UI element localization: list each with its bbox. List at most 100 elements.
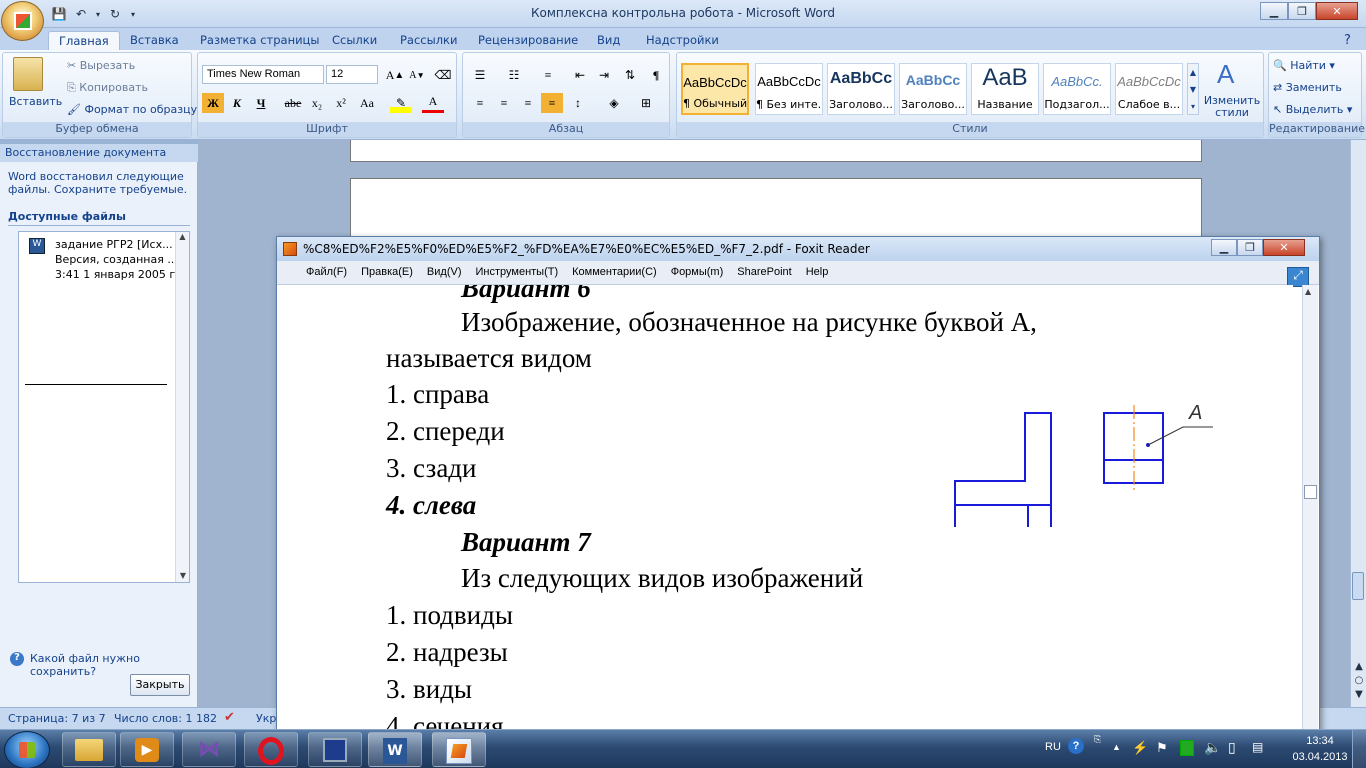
tray-icon[interactable]: ⎘ — [1094, 734, 1101, 745]
change-case-button[interactable]: Aa — [356, 93, 378, 113]
help-tray-icon[interactable]: ? — [1068, 738, 1084, 754]
line-spacing-icon[interactable]: ↕ — [567, 93, 589, 113]
proofing-icon[interactable]: ✔ — [224, 710, 235, 725]
font-name-input[interactable]: Times New Roman — [202, 65, 324, 84]
clock-time[interactable]: 13:34 — [1298, 735, 1342, 747]
taskbar-opera[interactable] — [244, 732, 298, 767]
menu-comments[interactable]: Комментарии(C) — [565, 261, 664, 284]
multilevel-list-icon[interactable]: ≡ — [537, 65, 559, 85]
copy-button[interactable]: ⎘ Копировать — [67, 81, 148, 95]
list-scrollbar[interactable]: ▲ ▼ — [175, 232, 189, 582]
strikethrough-button[interactable]: abe — [282, 93, 304, 113]
help-icon[interactable]: ? — [1344, 31, 1351, 50]
tab-review[interactable]: Рецензирование — [478, 31, 578, 50]
sort-icon[interactable]: ⇅ — [619, 65, 641, 85]
taskbar-visual-studio[interactable]: ⋈ — [182, 732, 236, 767]
change-styles-button[interactable]: Изменить стили — [1203, 95, 1261, 119]
borders-icon[interactable]: ⊞ — [635, 93, 657, 113]
shading-icon[interactable]: ◈ — [603, 93, 625, 113]
page-count[interactable]: Страница: 7 из 7 — [8, 712, 106, 725]
tab-view[interactable]: Вид — [597, 31, 620, 50]
minimize-icon[interactable]: ▁ — [1260, 2, 1288, 20]
paste-icon[interactable] — [13, 57, 43, 91]
style-title[interactable]: AaB Название — [971, 63, 1039, 115]
style-normal[interactable]: AaBbCcDc ¶ Обычный — [681, 63, 749, 115]
increase-indent-icon[interactable]: ⇥ — [593, 65, 615, 85]
recovered-file-item[interactable]: задание РГР2 [Исх... Версия, созданная .… — [55, 237, 179, 282]
word-count[interactable]: Число слов: 1 182 — [114, 712, 217, 725]
paste-button[interactable]: Вставить — [9, 95, 62, 108]
menu-sharepoint[interactable]: SharePoint — [730, 261, 798, 284]
italic-button[interactable]: К — [226, 93, 248, 113]
show-hidden-icons[interactable]: ▲ — [1112, 742, 1121, 752]
clear-format-icon[interactable]: ⌫ — [432, 65, 454, 85]
bold-button[interactable]: Ж — [202, 93, 224, 113]
pdf-scroll-thumb[interactable] — [1304, 485, 1317, 499]
tab-references[interactable]: Ссылки — [332, 31, 377, 50]
pdf-page[interactable]: Вариант 6 Изображение, обозначенное на р… — [283, 285, 1293, 737]
scroll-up-icon[interactable]: ▲ — [1305, 287, 1311, 296]
highlight-icon[interactable]: ✎ — [390, 93, 412, 113]
close-icon[interactable]: ✕ — [1316, 2, 1358, 20]
style-heading-2[interactable]: AaBbCc Заголово... — [899, 63, 967, 115]
close-icon[interactable]: ✕ — [1263, 239, 1305, 256]
menu-tools[interactable]: Инструменты(T) — [469, 261, 566, 284]
change-styles-icon[interactable]: A — [1217, 59, 1234, 90]
align-left-icon[interactable]: ≡ — [469, 93, 491, 113]
format-painter-button[interactable]: 🖌 Формат по образцу — [67, 103, 197, 116]
menu-help[interactable]: Help — [799, 261, 836, 284]
grow-font-icon[interactable]: A ▲ — [384, 65, 406, 85]
volume-icon[interactable]: 🔈 — [1204, 739, 1221, 756]
superscript-button[interactable]: x² — [330, 93, 352, 113]
font-size-input[interactable]: 12 — [326, 65, 378, 84]
maximize-icon[interactable]: ❐ — [1237, 239, 1263, 256]
subscript-button[interactable]: x₂ — [306, 93, 328, 113]
keyboard-language[interactable]: RU — [1045, 741, 1061, 753]
style-no-spacing[interactable]: AaBbCcDc ¶ Без инте... — [755, 63, 823, 115]
taskbar-explorer[interactable] — [62, 732, 116, 767]
network-icon[interactable]: ⚡ — [1132, 740, 1148, 756]
start-button[interactable] — [4, 731, 50, 768]
taskbar-word[interactable]: W — [368, 732, 422, 767]
tab-page-layout[interactable]: Разметка страницы — [200, 31, 319, 50]
action-center-icon[interactable]: ⚑ — [1156, 740, 1168, 756]
maximize-icon[interactable]: ❐ — [1288, 2, 1316, 20]
numbering-icon[interactable]: ☷ — [503, 65, 525, 85]
taskbar-foxit[interactable] — [432, 732, 486, 767]
justify-icon[interactable]: ≡ — [541, 93, 563, 113]
show-desktop-button[interactable] — [1352, 730, 1366, 768]
tab-home[interactable]: Главная — [48, 31, 120, 50]
select-button[interactable]: ↖ Выделить ▾ — [1273, 103, 1352, 116]
pdf-scrollbar[interactable]: ▲ — [1302, 285, 1318, 737]
signal-icon[interactable] — [1180, 740, 1194, 756]
styles-scroll[interactable]: ▲ ▼ ▾ — [1187, 63, 1199, 115]
find-button[interactable]: 🔍 Найти ▾ — [1273, 59, 1335, 72]
clock-date[interactable]: 03.04.2013 — [1292, 751, 1348, 763]
close-button[interactable]: Закрыть — [130, 674, 190, 696]
style-subtle-emphasis[interactable]: AaBbCcDc Слабое в... — [1115, 63, 1183, 115]
replace-button[interactable]: ⇄ Заменить — [1273, 81, 1342, 94]
decrease-indent-icon[interactable]: ⇤ — [569, 65, 591, 85]
language-status[interactable]: Укр — [256, 712, 276, 725]
battery-icon[interactable]: ▯ — [1228, 739, 1236, 756]
minimize-icon[interactable]: ▁ — [1211, 239, 1237, 256]
font-color-icon[interactable]: A — [422, 93, 444, 113]
fullscreen-icon[interactable]: ⤢ — [1287, 267, 1309, 287]
cut-button[interactable]: ✂ Вырезать — [67, 59, 135, 72]
show-marks-icon[interactable]: ¶ — [645, 65, 667, 85]
style-heading-1[interactable]: AaBbCc Заголово... — [827, 63, 895, 115]
office-button[interactable] — [1, 1, 44, 41]
taskbar-save[interactable] — [308, 732, 362, 767]
bullets-icon[interactable]: ☰ — [469, 65, 491, 85]
menu-view[interactable]: Вид(V) — [420, 261, 469, 284]
underline-button[interactable]: Ч — [250, 93, 272, 113]
taskbar-media-player[interactable]: ▶ — [120, 732, 174, 767]
tab-addins[interactable]: Надстройки — [646, 31, 719, 50]
align-right-icon[interactable]: ≡ — [517, 93, 539, 113]
menu-edit[interactable]: Правка(E) — [354, 261, 420, 284]
style-subtitle[interactable]: AaBbCc. Подзагол... — [1043, 63, 1111, 115]
menu-file[interactable]: Файл(F) — [299, 261, 354, 284]
tray-app-icon[interactable]: ▤ — [1252, 740, 1263, 754]
tab-insert[interactable]: Вставка — [130, 31, 179, 50]
align-center-icon[interactable]: ≡ — [493, 93, 515, 113]
